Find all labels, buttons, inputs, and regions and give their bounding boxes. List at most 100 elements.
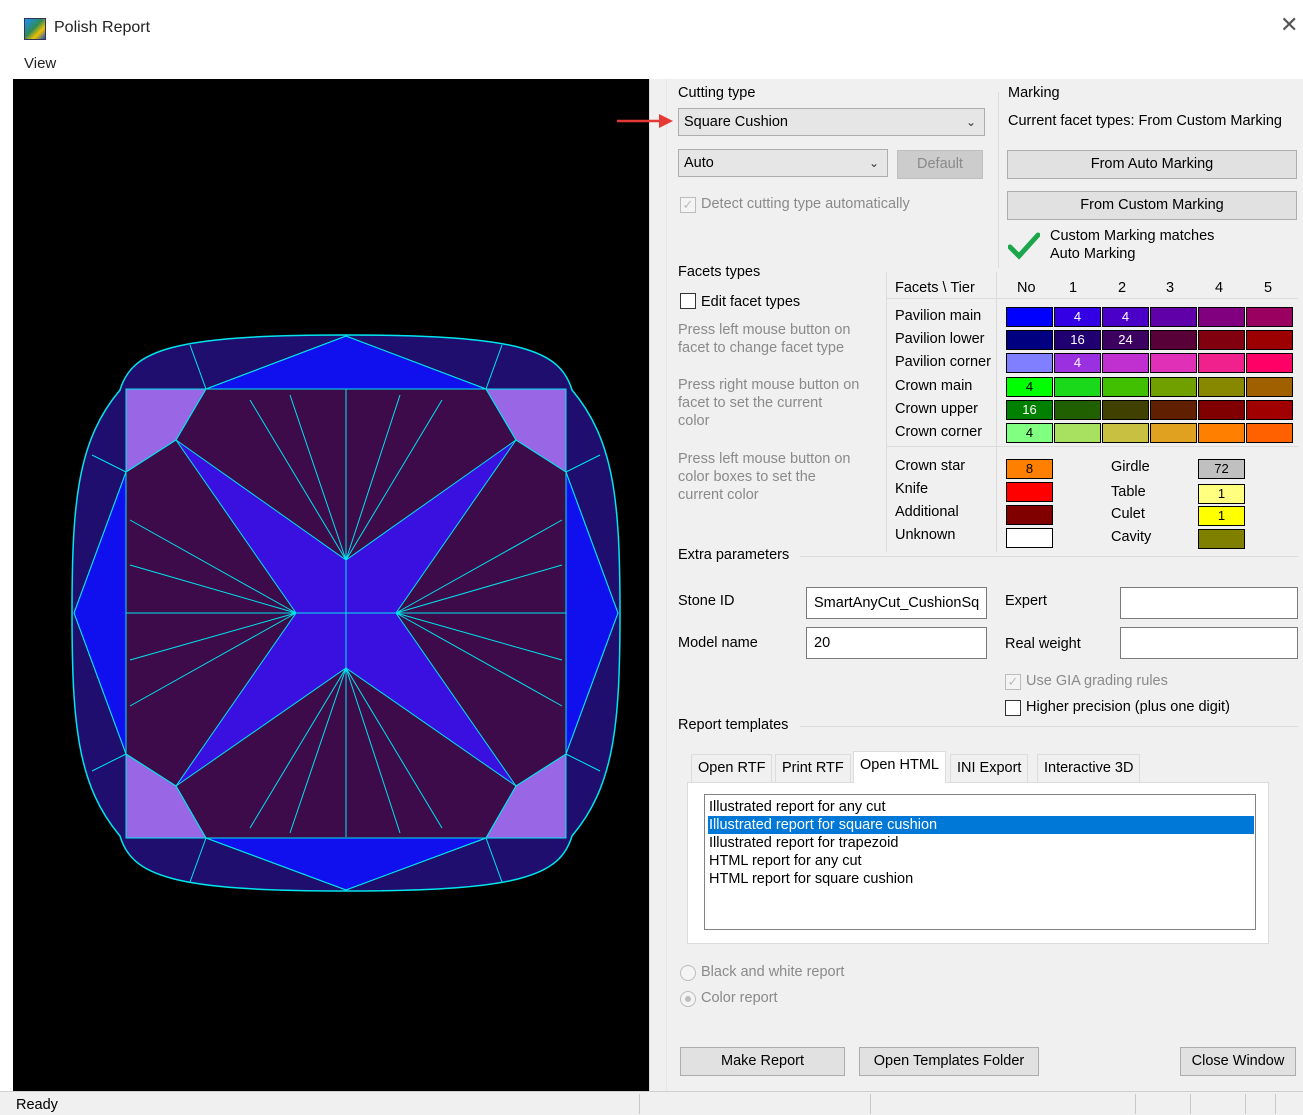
facet-color-box[interactable] — [1006, 505, 1053, 525]
facet-color-box[interactable] — [1246, 423, 1293, 443]
facet-extra-label: Cavity — [1111, 529, 1152, 545]
tab-interactive-3d[interactable]: Interactive 3D — [1037, 754, 1141, 782]
facet-color-box[interactable] — [1198, 330, 1245, 350]
open-templates-folder-button[interactable]: Open Templates Folder — [859, 1047, 1039, 1076]
tab-print-rtf[interactable]: Print RTF — [775, 754, 851, 782]
facet-color-box[interactable] — [1006, 482, 1053, 502]
list-item[interactable]: HTML report for any cut — [708, 852, 1254, 870]
splitter[interactable] — [649, 79, 667, 1091]
facet-color-box[interactable] — [1150, 423, 1197, 443]
facet-color-box[interactable] — [1150, 353, 1197, 373]
facet-color-box[interactable]: 4 — [1006, 423, 1053, 443]
real-weight-label: Real weight — [1005, 636, 1081, 652]
bw-report-radio[interactable] — [680, 965, 696, 981]
facet-extra-label: Crown star — [895, 458, 966, 474]
facet-color-box[interactable] — [1006, 330, 1053, 350]
facet-color-box[interactable]: 72 — [1198, 459, 1245, 479]
list-item[interactable]: Illustrated report for any cut — [708, 798, 1254, 816]
make-report-button[interactable]: Make Report — [680, 1047, 845, 1076]
facets-heading: Facets types — [678, 264, 761, 280]
close-window-button[interactable]: Close Window — [1180, 1047, 1296, 1076]
color-report-radio[interactable] — [680, 991, 696, 1007]
chevron-down-icon: ⌄ — [965, 115, 976, 129]
detect-cutting-checkbox[interactable]: ✓ — [680, 197, 696, 213]
divider — [800, 556, 1298, 557]
facet-color-box[interactable]: 1 — [1198, 484, 1245, 504]
help-text: Press left mouse button on — [678, 451, 851, 467]
diamond-viewport[interactable] — [13, 79, 649, 1091]
tab-open-rtf[interactable]: Open RTF — [691, 754, 773, 782]
facet-color-box[interactable]: 1 — [1198, 506, 1245, 526]
template-list[interactable]: Illustrated report for any cut Illustrat… — [704, 794, 1256, 930]
facet-color-box[interactable]: 4 — [1102, 307, 1149, 327]
facet-color-box[interactable] — [1102, 353, 1149, 373]
tab-open-html[interactable]: Open HTML — [853, 751, 946, 783]
facet-color-box[interactable]: 4 — [1054, 307, 1101, 327]
facet-color-box[interactable] — [1246, 400, 1293, 420]
facet-color-box[interactable] — [1102, 400, 1149, 420]
divider — [996, 272, 997, 552]
facet-color-box[interactable] — [1150, 330, 1197, 350]
tier-header: 2 — [1118, 280, 1127, 296]
facet-color-box[interactable] — [1198, 353, 1245, 373]
facet-color-box[interactable] — [1246, 353, 1293, 373]
facet-color-box[interactable] — [1054, 423, 1101, 443]
facet-color-box[interactable] — [1150, 377, 1197, 397]
facet-color-box[interactable] — [1246, 330, 1293, 350]
divider — [886, 272, 887, 552]
from-custom-marking-button[interactable]: From Custom Marking — [1007, 191, 1297, 220]
list-item[interactable]: HTML report for square cushion — [708, 870, 1254, 888]
from-auto-marking-button[interactable]: From Auto Marking — [1007, 150, 1297, 179]
facet-extra-label: Girdle — [1111, 459, 1150, 475]
divider — [800, 726, 1298, 727]
facet-color-box[interactable] — [1006, 353, 1053, 373]
facet-color-box[interactable] — [1246, 307, 1293, 327]
facet-row-label: Pavilion lower — [895, 331, 985, 347]
help-text: facet to set the current — [678, 395, 823, 411]
facet-color-box[interactable] — [1006, 307, 1053, 327]
default-button[interactable]: Default — [897, 150, 983, 179]
facet-color-box[interactable] — [1102, 423, 1149, 443]
menu-view[interactable]: View — [24, 55, 56, 72]
gia-rules-checkbox[interactable]: ✓ — [1005, 674, 1021, 690]
facet-row-label: Crown corner — [895, 424, 983, 440]
facet-color-box[interactable] — [1006, 528, 1053, 548]
cutting-type-heading: Cutting type — [678, 85, 756, 101]
facet-color-box[interactable] — [1198, 529, 1245, 549]
facet-color-box[interactable] — [1198, 377, 1245, 397]
close-icon[interactable]: ✕ — [1280, 14, 1298, 36]
cutting-mode-select[interactable]: Auto ⌄ — [678, 149, 888, 177]
match-line-1: Custom Marking matches — [1050, 228, 1215, 244]
real-weight-input[interactable] — [1120, 627, 1298, 659]
cutting-type-select[interactable]: Square Cushion ⌄ — [678, 108, 985, 136]
facet-color-box[interactable]: 24 — [1102, 330, 1149, 350]
higher-precision-checkbox[interactable] — [1005, 700, 1021, 716]
facet-color-box[interactable] — [1246, 377, 1293, 397]
stone-id-input[interactable]: SmartAnyCut_CushionSq — [806, 587, 987, 619]
list-item-selected[interactable]: Illustrated report for square cushion — [708, 816, 1254, 834]
facet-color-box[interactable] — [1054, 400, 1101, 420]
facet-color-box[interactable] — [1198, 423, 1245, 443]
tier-header: 5 — [1264, 280, 1273, 296]
facet-color-box[interactable] — [1150, 400, 1197, 420]
diamond-facet-map[interactable] — [13, 79, 649, 1091]
facet-row-label: Pavilion main — [895, 308, 982, 324]
status-divider — [870, 1094, 871, 1114]
facet-color-box[interactable] — [1054, 377, 1101, 397]
edit-facet-types-checkbox[interactable] — [680, 293, 696, 309]
facet-color-box[interactable]: 16 — [1054, 330, 1101, 350]
facet-extra-label: Unknown — [895, 527, 956, 543]
facet-color-box[interactable]: 4 — [1006, 377, 1053, 397]
facet-color-box[interactable]: 8 — [1006, 459, 1053, 479]
facet-color-box[interactable] — [1198, 400, 1245, 420]
facet-color-box[interactable] — [1150, 307, 1197, 327]
facet-color-box[interactable] — [1102, 377, 1149, 397]
help-text: color — [678, 413, 710, 429]
expert-input[interactable] — [1120, 587, 1298, 619]
list-item[interactable]: Illustrated report for trapezoid — [708, 834, 1254, 852]
model-name-input[interactable]: 20 — [806, 627, 987, 659]
tab-ini-export[interactable]: INI Export — [950, 754, 1029, 782]
facet-color-box[interactable] — [1198, 307, 1245, 327]
facet-color-box[interactable]: 16 — [1006, 400, 1053, 420]
facet-color-box[interactable]: 4 — [1054, 353, 1101, 373]
